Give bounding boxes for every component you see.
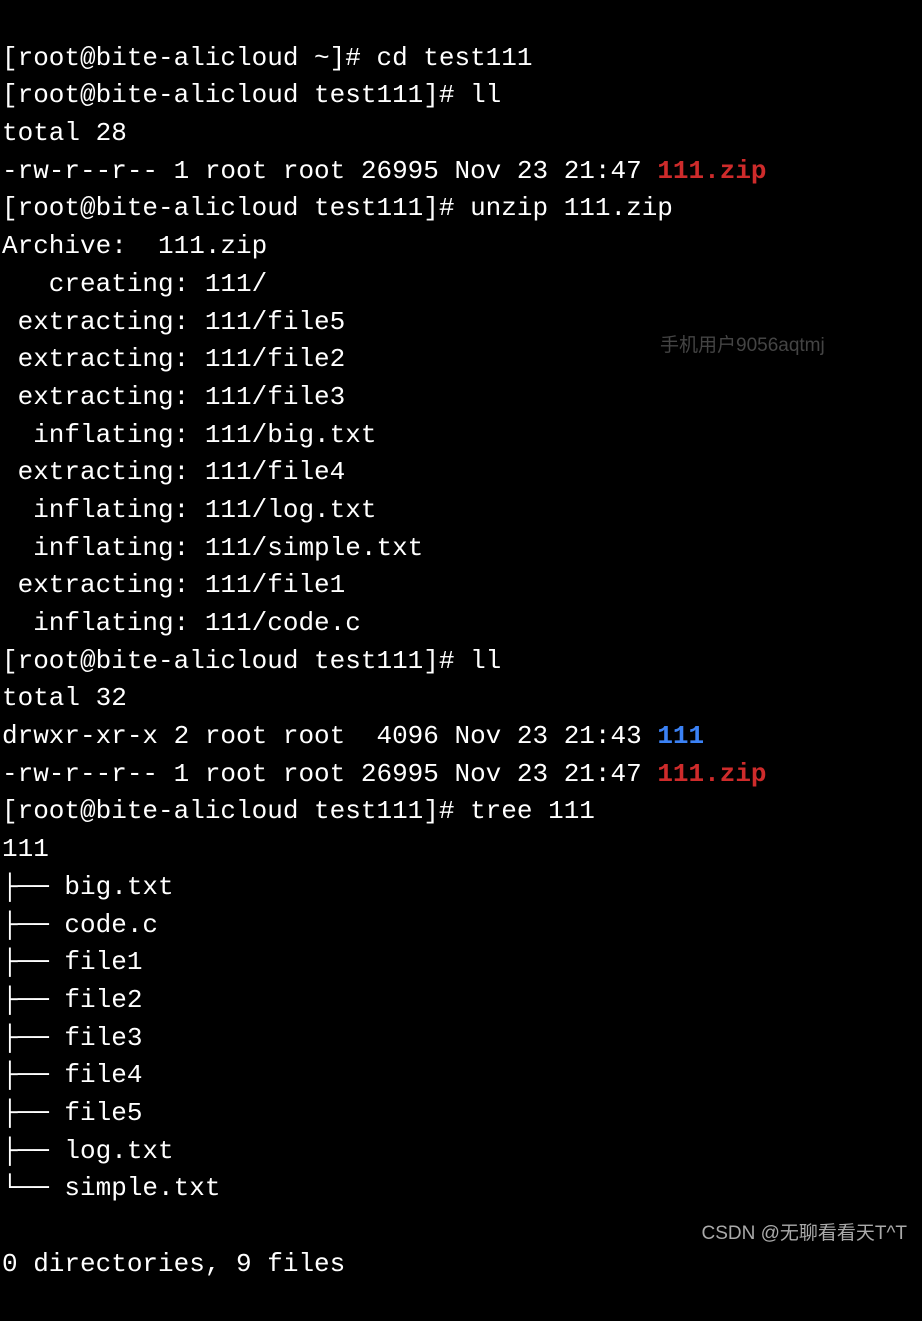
output-line: inflating: 111/log.txt: [2, 495, 376, 525]
tree-item: ├── file3: [2, 1023, 142, 1053]
prompt: [root@bite-alicloud test111]#: [2, 193, 470, 223]
prompt: [root@bite-alicloud ~]#: [2, 43, 376, 73]
output-line: inflating: 111/code.c: [2, 608, 361, 638]
file-listing: drwxr-xr-x 2 root root 4096 Nov 23 21:43: [2, 721, 657, 751]
command: tree 111: [470, 796, 595, 826]
output-line: extracting: 111/file1: [2, 570, 345, 600]
directory: 111: [657, 721, 704, 751]
tree-item: ├── code.c: [2, 910, 158, 940]
tree-item: ├── log.txt: [2, 1136, 174, 1166]
output-line: Archive: 111.zip: [2, 231, 267, 261]
output-line: extracting: 111/file3: [2, 382, 345, 412]
tree-root: 111: [2, 834, 49, 864]
tree-item: └── simple.txt: [2, 1173, 220, 1203]
output-line: inflating: 111/simple.txt: [2, 533, 423, 563]
output-line: creating: 111/: [2, 269, 267, 299]
output-line: total 28: [2, 118, 127, 148]
zip-file: 111.zip: [657, 156, 766, 186]
tree-item: ├── file1: [2, 947, 142, 977]
file-listing: -rw-r--r-- 1 root root 26995 Nov 23 21:4…: [2, 156, 657, 186]
file-listing: -rw-r--r-- 1 root root 26995 Nov 23 21:4…: [2, 759, 657, 789]
watermark: 手机用户9056aqtmj: [660, 332, 825, 360]
output-line: extracting: 111/file2: [2, 344, 345, 374]
command: unzip 111.zip: [470, 193, 673, 223]
command: ll: [470, 80, 501, 110]
tree-item: ├── file2: [2, 985, 142, 1015]
command: ll: [470, 646, 501, 676]
tree-item: ├── file5: [2, 1098, 142, 1128]
prompt: [root@bite-alicloud test111]#: [2, 646, 470, 676]
prompt: [root@bite-alicloud test111]#: [2, 80, 470, 110]
command: cd test111: [376, 43, 532, 73]
zip-file: 111.zip: [657, 759, 766, 789]
output-line: inflating: 111/big.txt: [2, 420, 376, 450]
tree-item: ├── big.txt: [2, 872, 174, 902]
tree-item: ├── file4: [2, 1060, 142, 1090]
terminal-output[interactable]: [root@bite-alicloud ~]# cd test111 [root…: [2, 2, 920, 1321]
output-line: extracting: 111/file4: [2, 457, 345, 487]
output-line: extracting: 111/file5: [2, 307, 345, 337]
watermark: CSDN @无聊看看天T^T: [701, 1220, 907, 1248]
output-line: total 32: [2, 683, 127, 713]
tree-summary: 0 directories, 9 files: [2, 1249, 345, 1279]
prompt: [root@bite-alicloud test111]#: [2, 796, 470, 826]
